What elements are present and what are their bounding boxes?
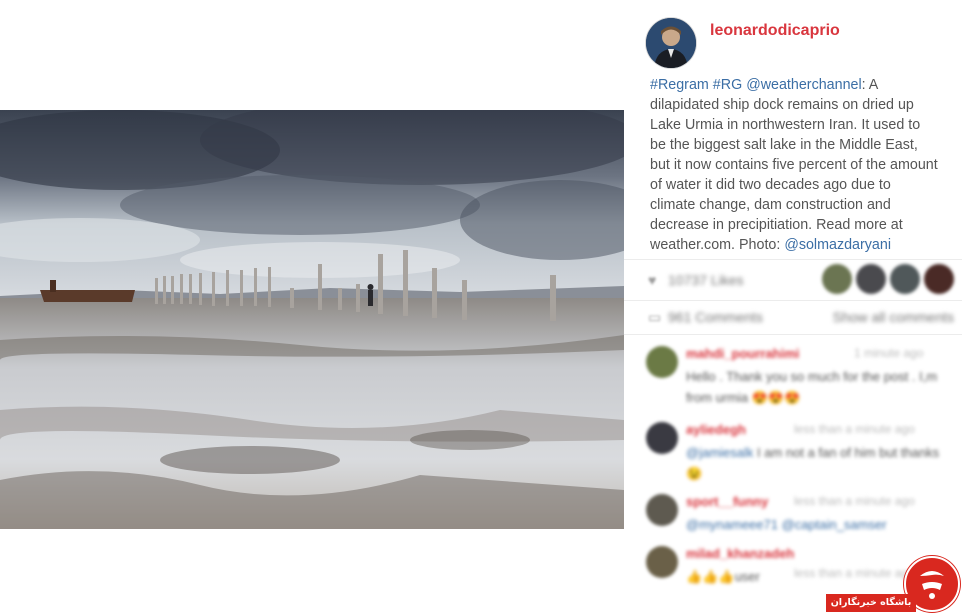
lake-urmia-image — [0, 110, 624, 529]
comments-row: ▭ 961 Comments Show all comments — [624, 302, 962, 332]
comment-emoji: 😍😍😍 — [751, 390, 801, 405]
comment-timestamp: less than a minute ago — [794, 494, 915, 508]
comment-mention[interactable]: @mynameee71 @captain_samser — [686, 517, 887, 532]
caption-tag[interactable]: #RG — [713, 77, 742, 93]
comment-timestamp: less than a minute ago — [794, 422, 915, 436]
comments-count: 961 Comments — [668, 309, 763, 325]
comment-emoji: 😉 — [686, 466, 703, 481]
comment-timestamp: 1 minute ago — [854, 346, 924, 360]
comment-avatar[interactable] — [646, 494, 678, 526]
likes-row: ♥ 10737 Likes — [624, 260, 962, 300]
comment-item: ayliedegh less than a minute ago @jamies… — [646, 422, 958, 482]
caption-mention[interactable]: @weatherchannel — [746, 77, 861, 93]
caption-text: : A dilapidated ship dock remains on dri… — [650, 77, 938, 253]
news-agency-watermark: باشگاه خبرنگاران — [826, 556, 962, 613]
post-caption: #Regram #RG @weatherchannel: A dilapidat… — [650, 75, 940, 255]
comment-text: @jamiesalk I am not a fan of him but tha… — [686, 442, 946, 484]
comment-mention[interactable]: @jamiesalk — [686, 445, 753, 460]
comment-item: sport__funny less than a minute ago @myn… — [646, 494, 958, 534]
comment-username[interactable]: mahdi_pourrahimi — [686, 346, 799, 361]
comment-avatar[interactable] — [646, 546, 678, 578]
comment-username[interactable]: ayliedegh — [686, 422, 746, 437]
comment-emoji: 👍👍👍 — [686, 569, 735, 584]
comment-text: Hello . Thank you so much for the post .… — [686, 366, 946, 408]
liker-avatar[interactable] — [924, 264, 954, 294]
likes-count[interactable]: 10737 Likes — [668, 272, 744, 288]
comment-text: @mynameee71 @captain_samser — [686, 514, 946, 535]
caption-tag[interactable]: #Regram — [650, 77, 709, 93]
divider — [624, 300, 962, 301]
liker-avatar[interactable] — [822, 264, 852, 294]
heart-icon[interactable]: ♥ — [648, 272, 656, 288]
comment-item: mahdi_pourrahimi 1 minute ago Hello . Th… — [646, 346, 958, 406]
show-all-comments-link[interactable]: Show all comments — [833, 309, 954, 325]
comment-username[interactable]: milad_khanzadeh — [686, 546, 794, 561]
divider — [624, 334, 962, 335]
comment-username[interactable]: sport__funny — [686, 494, 768, 509]
post-header: leonardodicaprio — [646, 16, 956, 70]
watermark-label: باشگاه خبرنگاران — [826, 594, 916, 612]
comment-avatar[interactable] — [646, 422, 678, 454]
photo-credit-link[interactable]: @solmazdaryani — [784, 237, 891, 253]
liker-avatar[interactable] — [856, 264, 886, 294]
comment-avatar[interactable] — [646, 346, 678, 378]
comment-body: I am not a fan of him but thanks — [753, 445, 940, 460]
post-username[interactable]: leonardodicaprio — [710, 22, 840, 40]
post-sidebar: leonardodicaprio #Regram #RG @weathercha… — [624, 0, 962, 613]
person-silhouette-icon — [646, 18, 696, 68]
comment-body: user — [734, 569, 760, 584]
liker-avatar[interactable] — [890, 264, 920, 294]
comment-bubble-icon: ▭ — [648, 309, 662, 325]
comment-body: Hello . Thank you so much for the post .… — [686, 369, 938, 405]
profile-avatar[interactable] — [646, 18, 696, 68]
post-photo[interactable] — [0, 110, 624, 529]
